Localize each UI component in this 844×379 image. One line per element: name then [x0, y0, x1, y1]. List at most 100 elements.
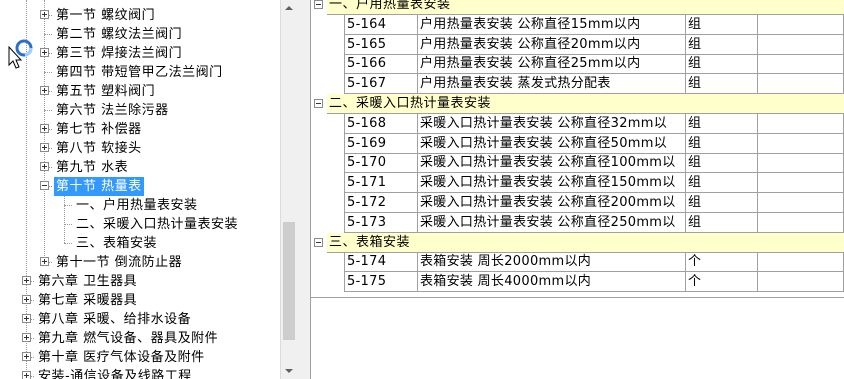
cell-empty[interactable]: [758, 213, 844, 233]
tree-item-label: 第六节 法兰除污器: [56, 103, 169, 118]
table-row[interactable]: 5-165 户用热量表安装 公称直径20mm以内组: [311, 35, 844, 55]
cell-name[interactable]: 户用热量表安装 蒸发式热分配表: [418, 74, 686, 94]
tree-item-label: 第九章 燃气设备、器具及附件: [38, 331, 219, 346]
cell-unit[interactable]: 组: [686, 134, 758, 154]
group-header-row[interactable]: 二、采暖入口热计量表安装: [311, 94, 844, 114]
collapse-minus-icon[interactable]: [314, 99, 323, 108]
cell-empty[interactable]: [758, 153, 844, 173]
cell-empty[interactable]: [758, 35, 844, 55]
cell-name[interactable]: 户用热量表安装 公称直径15mm以内: [418, 15, 686, 35]
cell-code[interactable]: 5-171: [345, 173, 418, 193]
tree-item-label: 第九节 水表: [56, 160, 129, 175]
expand-plus-icon[interactable]: [40, 162, 49, 171]
cell-code[interactable]: 5-173: [345, 213, 418, 233]
table-row[interactable]: 5-169 采暖入口热计量表安装 公称直径50mm以组: [311, 134, 844, 154]
tree-item-label: 第三节 焊接法兰阀门: [56, 46, 183, 61]
group-header-row[interactable]: 一、户用热量表安装: [311, 0, 844, 15]
table-row[interactable]: 5-171 采暖入口热计量表安装 公称直径150mm以组: [311, 173, 844, 193]
table-row[interactable]: 5-174 表箱安装 周长2000mm以内个: [311, 252, 844, 272]
cell-code[interactable]: 5-169: [345, 134, 418, 154]
cell-name[interactable]: 采暖入口热计量表安装 公称直径200mm以: [418, 193, 686, 213]
cell-empty[interactable]: [758, 272, 844, 292]
cell-name[interactable]: 户用热量表安装 公称直径25mm以内: [418, 54, 686, 74]
cell-code[interactable]: 5-175: [345, 272, 418, 292]
cell-name[interactable]: 采暖入口热计量表安装 公称直径100mm以: [418, 153, 686, 173]
cell-code[interactable]: 5-164: [345, 15, 418, 35]
cell-unit[interactable]: 组: [686, 15, 758, 35]
expand-plus-icon[interactable]: [40, 48, 49, 57]
cell-empty[interactable]: [758, 134, 844, 154]
table-row[interactable]: 5-172 采暖入口热计量表安装 公称直径200mm以组: [311, 193, 844, 213]
cell-empty[interactable]: [758, 193, 844, 213]
table-row[interactable]: 5-166 户用热量表安装 公称直径25mm以内组: [311, 54, 844, 74]
chapter-tree[interactable]: 第一节 螺纹阀门 第二节 螺纹法兰阀门 第三节 焊接法兰阀门 第四节 带短管甲乙法兰阀…: [0, 0, 280, 379]
cell-code[interactable]: 5-172: [345, 193, 418, 213]
table-row[interactable]: 5-164 户用热量表安装 公称直径15mm以内组: [311, 15, 844, 35]
tree-item-label: 第十章 医疗气体设备及附件: [38, 350, 205, 365]
expand-plus-icon[interactable]: [22, 276, 31, 285]
cell-code[interactable]: 5-166: [345, 54, 418, 74]
cell-code[interactable]: 5-174: [345, 252, 418, 272]
cell-name[interactable]: 采暖入口热计量表安装 公称直径250mm以: [418, 213, 686, 233]
table-row[interactable]: 5-170 采暖入口热计量表安装 公称直径100mm以组: [311, 153, 844, 173]
scroll-down-button[interactable]: [281, 362, 297, 379]
cell-unit[interactable]: 个: [686, 272, 758, 292]
cell-unit[interactable]: 组: [686, 54, 758, 74]
expand-plus-icon[interactable]: [40, 86, 49, 95]
mouse-arrow-icon: [8, 46, 22, 69]
cell-name[interactable]: 户用热量表安装 公称直径20mm以内: [418, 35, 686, 55]
scroll-up-button[interactable]: [281, 0, 297, 17]
expand-plus-icon[interactable]: [40, 124, 49, 133]
cell-unit[interactable]: 组: [686, 193, 758, 213]
cell-name[interactable]: 表箱安装 周长4000mm以内: [418, 272, 686, 292]
cell-unit[interactable]: 组: [686, 35, 758, 55]
scroll-thumb[interactable]: [283, 222, 295, 340]
cell-empty[interactable]: [758, 74, 844, 94]
grid-bottom-line: [311, 297, 844, 298]
cell-code[interactable]: 5-165: [345, 35, 418, 55]
table-row[interactable]: 5-168 采暖入口热计量表安装 公称直径32mm以组: [311, 114, 844, 134]
collapse-minus-icon[interactable]: [314, 0, 323, 9]
cell-name[interactable]: 表箱安装 周长2000mm以内: [418, 252, 686, 272]
tree-item-label: 第七节 补偿器: [56, 122, 142, 137]
cell-unit[interactable]: 组: [686, 213, 758, 233]
collapse-minus-icon[interactable]: [314, 238, 323, 247]
tree-item-label: 第七章 采暖器具: [38, 293, 138, 308]
expand-plus-icon[interactable]: [22, 314, 31, 323]
expand-plus-icon[interactable]: [40, 143, 49, 152]
cell-name[interactable]: 采暖入口热计量表安装 公称直径50mm以: [418, 134, 686, 154]
row-indent-cell: [311, 134, 345, 154]
group-header-row[interactable]: 三、表箱安装: [311, 233, 844, 253]
cell-name[interactable]: 采暖入口热计量表安装 公称直径150mm以: [418, 173, 686, 193]
expand-plus-icon[interactable]: [22, 371, 31, 379]
pane-splitter[interactable]: [297, 0, 311, 379]
expand-plus-icon[interactable]: [22, 352, 31, 361]
cell-unit[interactable]: 组: [686, 173, 758, 193]
tree-vertical-scrollbar[interactable]: [280, 0, 297, 379]
collapse-minus-icon[interactable]: [40, 181, 49, 190]
table-row[interactable]: 5-167 户用热量表安装 蒸发式热分配表组: [311, 74, 844, 94]
cell-unit[interactable]: 组: [686, 74, 758, 94]
row-indent-cell: [311, 54, 345, 74]
expand-plus-icon[interactable]: [22, 295, 31, 304]
table-row[interactable]: 5-175 表箱安装 周长4000mm以内个: [311, 272, 844, 292]
cell-name[interactable]: 采暖入口热计量表安装 公称直径32mm以: [418, 114, 686, 134]
cell-unit[interactable]: 个: [686, 252, 758, 272]
cell-code[interactable]: 5-170: [345, 153, 418, 173]
expand-plus-icon[interactable]: [40, 257, 49, 266]
cell-empty[interactable]: [758, 252, 844, 272]
cell-empty[interactable]: [758, 54, 844, 74]
tree-item-label: 第八节 软接头: [56, 141, 142, 156]
cell-unit[interactable]: 组: [686, 114, 758, 134]
expand-plus-icon[interactable]: [22, 333, 31, 342]
cell-empty[interactable]: [758, 114, 844, 134]
cell-unit[interactable]: 组: [686, 153, 758, 173]
cell-code[interactable]: 5-167: [345, 74, 418, 94]
table-row[interactable]: 5-173 采暖入口热计量表安装 公称直径250mm以组: [311, 213, 844, 233]
row-indent-cell: [311, 153, 345, 173]
scroll-down-arrow-icon: [285, 369, 293, 373]
cell-code[interactable]: 5-168: [345, 114, 418, 134]
cell-empty[interactable]: [758, 173, 844, 193]
expand-plus-icon[interactable]: [40, 10, 49, 19]
cell-empty[interactable]: [758, 15, 844, 35]
